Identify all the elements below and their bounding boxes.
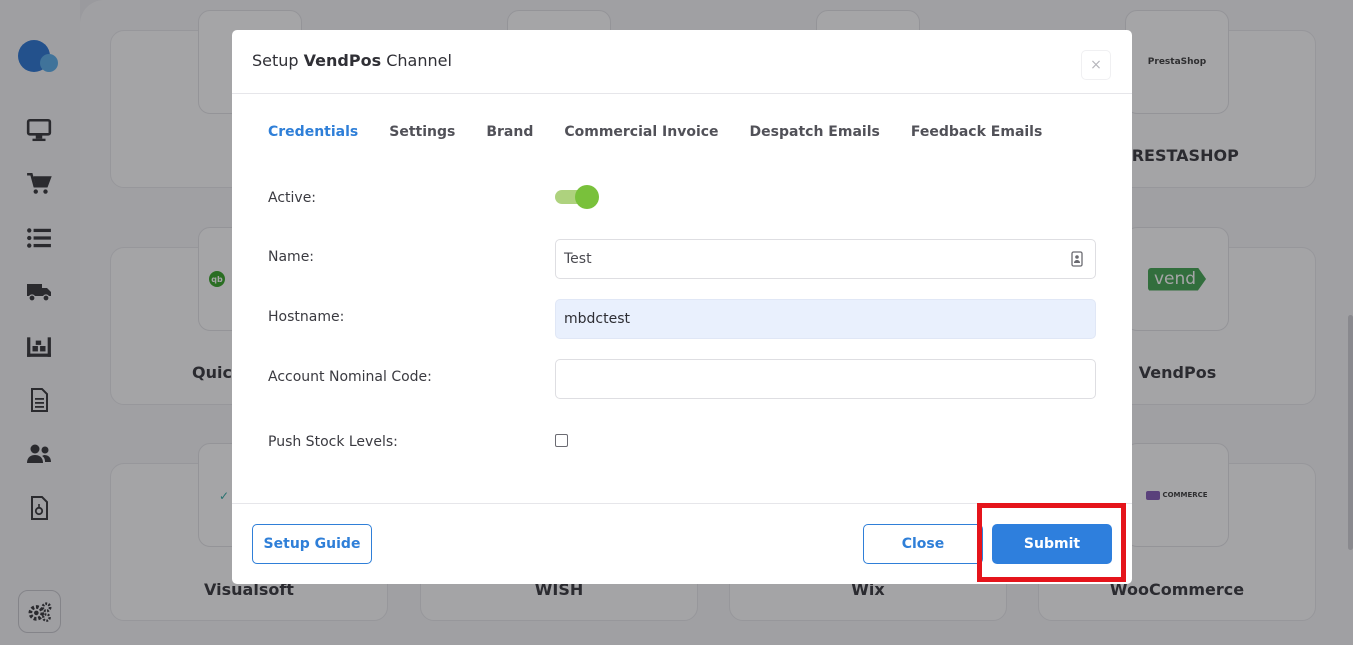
push-stock-levels-checkbox[interactable] <box>555 434 568 447</box>
name-input[interactable]: Test <box>555 239 1096 279</box>
tab-credentials[interactable]: Credentials <box>268 124 358 144</box>
hostname-label: Hostname: <box>268 309 345 325</box>
tab-feedback-emails[interactable]: Feedback Emails <box>911 124 1043 144</box>
submit-highlight-box <box>977 503 1126 582</box>
account-nominal-code-label: Account Nominal Code: <box>268 369 432 385</box>
active-label: Active: <box>268 190 317 206</box>
hostname-input-value: mbdctest <box>564 311 630 327</box>
name-label: Name: <box>268 249 315 265</box>
modal-header: Setup VendPos Channel × <box>232 30 1132 94</box>
account-nominal-code-input[interactable] <box>555 359 1096 399</box>
tab-settings[interactable]: Settings <box>389 124 455 144</box>
tab-despatch-emails[interactable]: Despatch Emails <box>750 124 880 144</box>
tab-brand[interactable]: Brand <box>486 124 533 144</box>
close-button[interactable]: Close <box>863 524 983 564</box>
setup-guide-button[interactable]: Setup Guide <box>252 524 372 564</box>
push-stock-levels-label: Push Stock Levels: <box>268 434 398 450</box>
modal-tabs: Credentials Settings Brand Commercial In… <box>268 124 1073 144</box>
active-toggle[interactable] <box>555 185 599 209</box>
name-input-value: Test <box>564 251 592 267</box>
setup-channel-modal: Setup VendPos Channel × Credentials Sett… <box>232 30 1132 584</box>
modal-title: Setup VendPos Channel <box>252 51 452 70</box>
tab-commercial-invoice[interactable]: Commercial Invoice <box>564 124 718 144</box>
hostname-input[interactable]: mbdctest <box>555 299 1096 339</box>
close-icon[interactable]: × <box>1081 50 1111 80</box>
contact-card-icon[interactable] <box>1071 251 1083 267</box>
